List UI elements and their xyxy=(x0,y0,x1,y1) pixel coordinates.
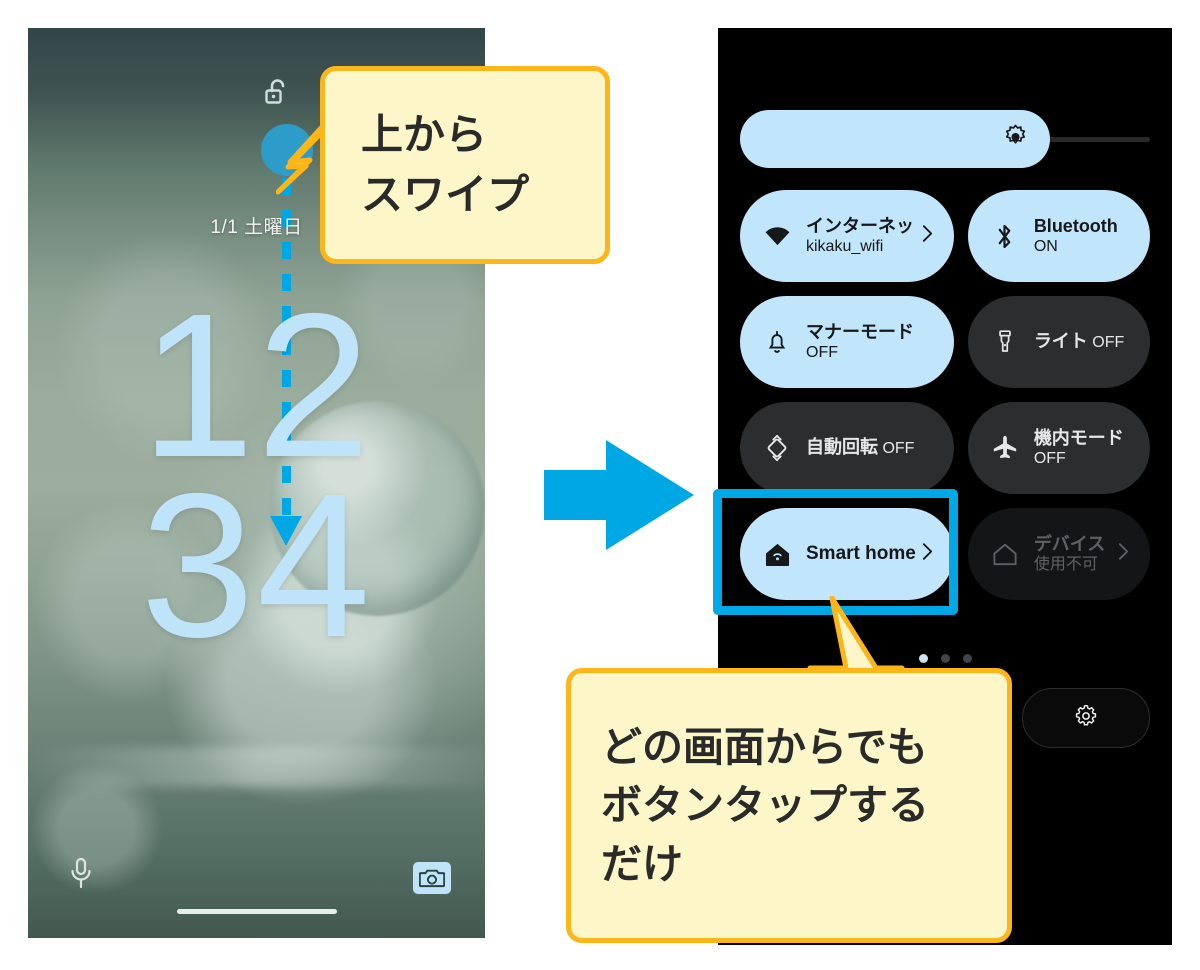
lock-screen-clock: 12 34 xyxy=(28,271,485,681)
tile-subtitle: kikaku_wifi xyxy=(806,238,884,256)
callout-tap-line3: だけ xyxy=(601,840,683,887)
tile-title: Bluetooth xyxy=(1033,215,1118,236)
airplane-icon xyxy=(990,434,1020,462)
tile-title: ライト xyxy=(1033,331,1088,352)
tile-subtitle: OFF xyxy=(1092,334,1125,352)
callout-tap-line1: どの画面からでも xyxy=(601,724,928,771)
clock-minutes: 34 xyxy=(140,451,373,681)
tile-subtitle: 使用不可 xyxy=(1033,556,1098,574)
tile-bluetooth[interactable]: Bluetooth ON xyxy=(967,190,1150,282)
home-indicator xyxy=(176,909,337,914)
tile-title: インターネッ xyxy=(806,215,914,236)
tile-auto-rotate[interactable]: 自動回転 OFF xyxy=(740,402,954,494)
auto-rotate-icon xyxy=(762,434,792,462)
callout-tap: どの画面からでも ボタンタップする だけ xyxy=(566,668,1012,943)
page-dot-2[interactable] xyxy=(940,654,950,663)
brightness-sun-icon xyxy=(1003,124,1028,154)
callout-swipe-line2: スワイプ xyxy=(361,171,530,218)
tile-airplane-mode[interactable]: 機内モード OFF xyxy=(967,402,1150,494)
camera-icon[interactable] xyxy=(413,862,451,894)
wallpaper-streak xyxy=(28,746,485,787)
tile-title: Smart home xyxy=(806,542,916,564)
tile-manner-mode[interactable]: マナーモード OFF xyxy=(740,296,954,388)
quick-settings-tiles: インターネッ kikaku_wifi Bluetooth ON マナーモード O… xyxy=(740,190,1150,600)
wifi-icon xyxy=(762,226,792,247)
tile-subtitle: OFF xyxy=(1033,450,1066,468)
gear-icon xyxy=(1074,704,1098,733)
bell-icon xyxy=(762,328,792,356)
tile-subtitle: OFF xyxy=(806,344,838,362)
settings-button[interactable] xyxy=(1022,688,1150,748)
tile-devices[interactable]: デバイス 使用不可 xyxy=(967,508,1150,600)
tile-title: マナーモード xyxy=(806,321,914,342)
tile-smart-home[interactable]: Smart home xyxy=(740,508,954,600)
home-icon xyxy=(990,542,1020,566)
brightness-slider[interactable] xyxy=(740,110,1150,168)
chevron-right-icon[interactable] xyxy=(922,542,938,566)
chevron-right-icon[interactable] xyxy=(922,224,938,248)
clock-hours: 12 xyxy=(140,271,373,500)
unlock-icon xyxy=(260,76,294,110)
tile-internet[interactable]: インターネッ kikaku_wifi xyxy=(740,190,954,282)
tile-subtitle: OFF xyxy=(882,440,915,458)
microphone-icon[interactable] xyxy=(66,856,96,890)
tile-title: 機内モード xyxy=(1033,427,1124,448)
tile-title: デバイス xyxy=(1033,533,1106,554)
tile-flashlight[interactable]: ライト OFF xyxy=(967,296,1150,388)
flashlight-icon xyxy=(990,328,1020,356)
callout-swipe-line1: 上から xyxy=(361,111,488,159)
tutorial-figure: 1/1 土曜日 12 34 インターネッ kikaku_wifi Bluetoo… xyxy=(0,0,1200,970)
callout-tap-line2: ボタンタップする xyxy=(601,782,929,829)
page-dot-3[interactable] xyxy=(962,654,972,663)
tile-subtitle: ON xyxy=(1033,238,1058,256)
brightness-fill xyxy=(740,110,1050,168)
chevron-right-icon[interactable] xyxy=(1118,542,1134,566)
page-indicator xyxy=(718,654,1172,663)
callout-swipe: 上から スワイプ xyxy=(320,66,610,264)
right-arrow xyxy=(544,440,694,550)
tile-title: 自動回転 xyxy=(806,437,878,458)
bluetooth-icon xyxy=(990,222,1020,251)
smart-home-icon xyxy=(762,542,792,567)
